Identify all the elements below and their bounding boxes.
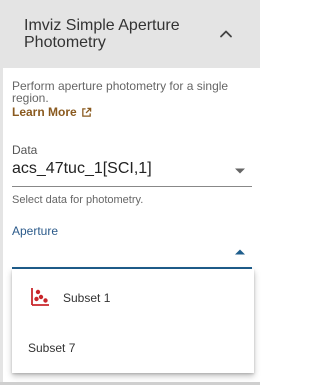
caret-down-icon[interactable] (234, 167, 246, 175)
data-field-label: Data (12, 143, 38, 157)
learn-more-link[interactable]: Learn More (12, 105, 92, 119)
panel-left-border (0, 68, 3, 385)
panel-description: Perform aperture photometry for a single… (12, 79, 229, 105)
data-field-hint: Select data for photometry. (12, 194, 144, 206)
collapse-button[interactable] (216, 24, 236, 44)
chevron-up-icon (220, 30, 232, 38)
aperture-field-label: Aperture (12, 224, 59, 238)
menu-item-label: Subset 1 (63, 291, 111, 305)
menu-item-subset-7[interactable]: Subset 7 (12, 323, 254, 373)
aperture-select[interactable] (12, 240, 252, 268)
aperture-photometry-panel: Imviz Simple Aperture Photometry Perform… (0, 0, 260, 385)
external-link-icon (81, 107, 91, 117)
aperture-dropdown-menu: Subset 1 Subset 7 (12, 269, 254, 373)
data-select-underline (12, 186, 252, 187)
scatter-points-icon (31, 288, 49, 306)
data-select-value: acs_47tuc_1[SCI,1] (12, 160, 152, 177)
panel-header[interactable]: Imviz Simple Aperture Photometry (0, 0, 260, 68)
learn-more-label: Learn More (12, 105, 77, 119)
panel-title: Imviz Simple Aperture Photometry (24, 17, 180, 51)
caret-up-icon[interactable] (234, 248, 246, 256)
menu-item-subset-1[interactable]: Subset 1 (12, 273, 254, 323)
menu-item-label: Subset 7 (28, 341, 76, 355)
